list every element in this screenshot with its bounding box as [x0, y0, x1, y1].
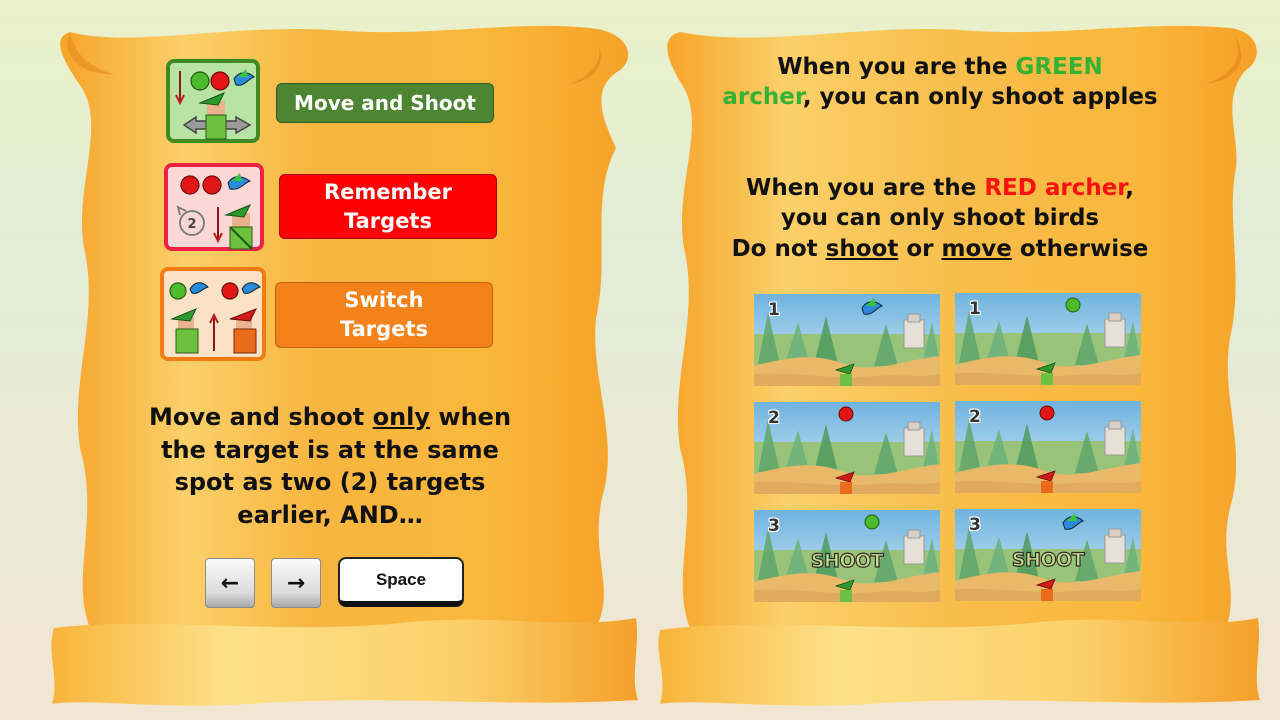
switch-targets-icon: [160, 267, 266, 361]
left-arrow-key[interactable]: ←: [205, 558, 255, 608]
switch-targets-label: Switch Targets: [340, 288, 428, 341]
do-not-rule: Do not shoot or move otherwise: [731, 236, 1149, 262]
scene-step-number: 3: [969, 515, 981, 535]
green-word: GREEN: [1015, 54, 1103, 80]
example-scene-2: 1: [955, 293, 1141, 385]
scene-step-number: 3: [768, 516, 780, 536]
example-scene-5: 3 SHOOT: [754, 510, 940, 602]
red-archer-word: RED archer: [984, 175, 1126, 201]
scene-image: [955, 401, 1141, 493]
right-arrow-icon: →: [286, 570, 306, 596]
example-scene-4: 2: [955, 401, 1141, 493]
scene-shoot-label: SHOOT: [1011, 548, 1085, 571]
move-and-shoot-icon: [166, 59, 260, 143]
icon-number-2: 2: [187, 217, 196, 232]
example-scene-6: 3 SHOOT: [955, 509, 1141, 601]
scene-step-number: 1: [969, 299, 981, 319]
switch-targets-button[interactable]: Switch Targets: [275, 282, 493, 348]
scene-step-number: 2: [768, 408, 780, 428]
green-archer-rule: When you are the GREEN archer, you can on…: [722, 54, 1158, 110]
scene-shoot-label: SHOOT: [810, 549, 884, 572]
red-archer-rule: When you are the RED archer, you can onl…: [745, 175, 1135, 231]
move-and-shoot-label: Move and Shoot: [294, 90, 476, 115]
example-scene-1: 1: [754, 294, 940, 386]
move-and-shoot-button[interactable]: Move and Shoot: [276, 83, 494, 123]
move-shoot-rule-text: Move and shoot only when the target is a…: [148, 403, 512, 529]
right-arrow-key[interactable]: →: [271, 558, 321, 608]
space-key[interactable]: Space: [338, 557, 464, 607]
scene-step-number: 1: [768, 300, 780, 320]
scene-image: [955, 293, 1141, 385]
remember-targets-label: Remember Targets: [323, 179, 453, 233]
scene-image: [754, 294, 940, 386]
remember-targets-icon: 2: [164, 163, 264, 251]
space-key-label: Space: [375, 570, 427, 589]
example-scene-3: 2: [754, 402, 940, 494]
remember-targets-button[interactable]: Remember Targets: [279, 174, 497, 239]
scene-step-number: 2: [969, 407, 981, 427]
left-arrow-icon: ←: [220, 570, 240, 596]
archer-word: archer: [722, 84, 803, 110]
scene-image: [754, 402, 940, 494]
